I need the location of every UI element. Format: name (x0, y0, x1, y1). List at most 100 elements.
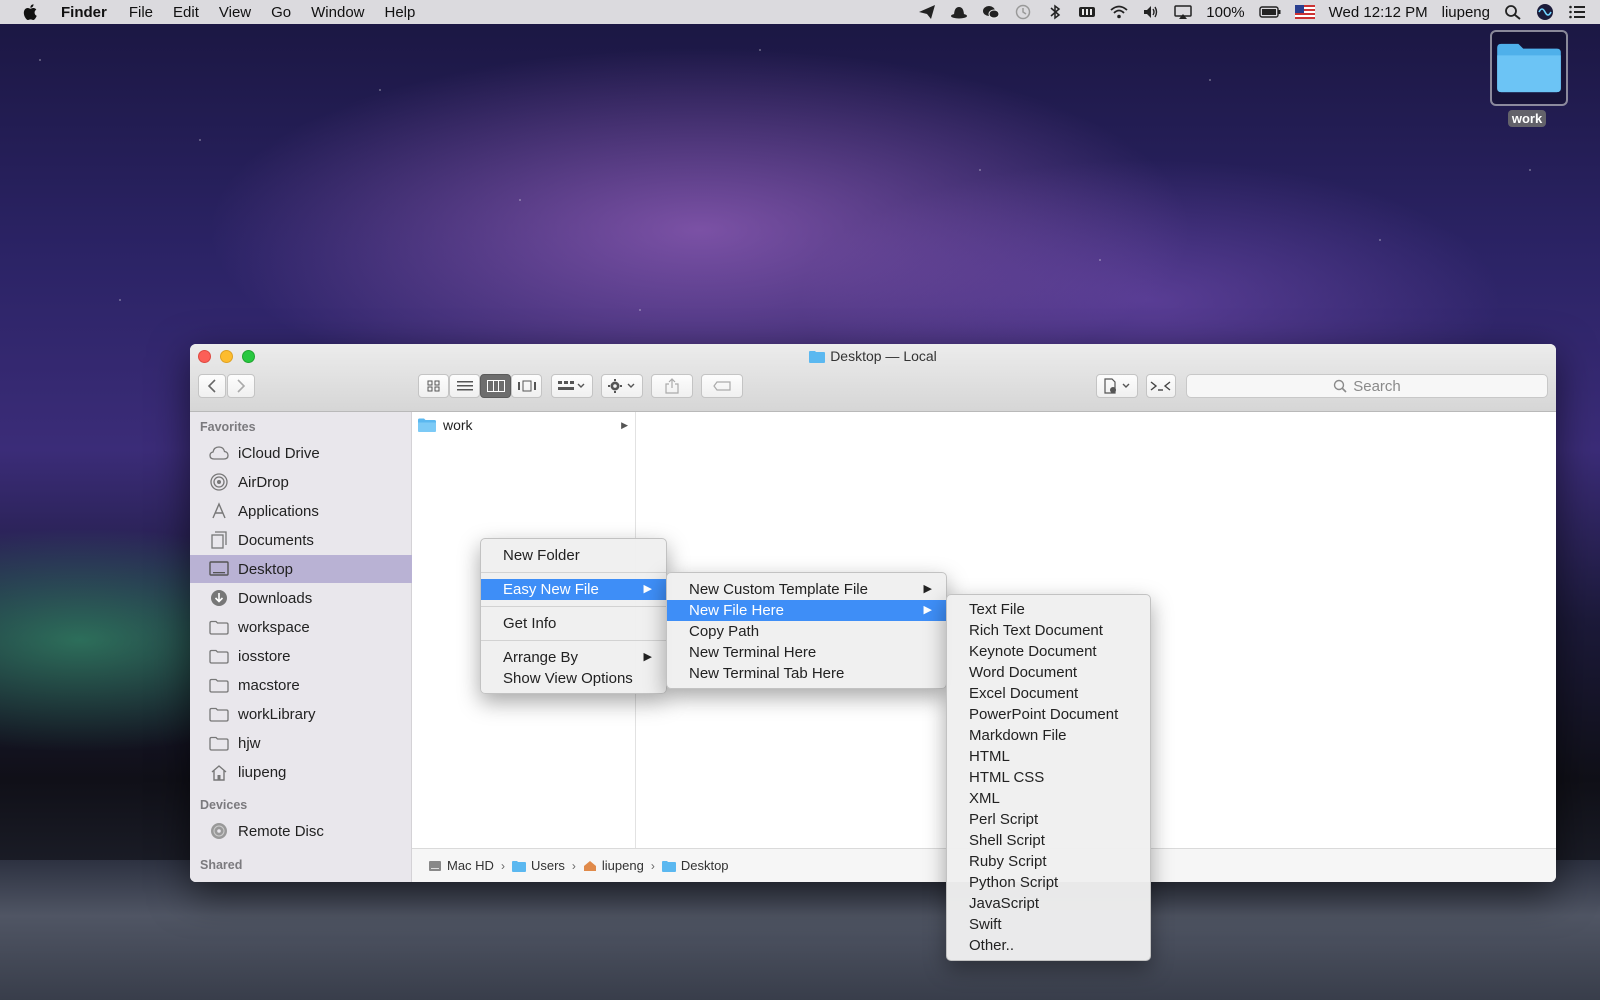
notification-center-icon[interactable] (1568, 4, 1586, 20)
group-button[interactable] (551, 374, 593, 398)
view-column-button[interactable] (480, 374, 511, 398)
path-segment-desktop[interactable]: Desktop (661, 858, 729, 873)
menu-item-new-file-here[interactable]: New File Here ▶ (667, 600, 946, 621)
us-flag-icon[interactable] (1294, 5, 1315, 19)
forward-button[interactable] (227, 374, 255, 398)
open-terminal-button[interactable] (1146, 374, 1176, 398)
memory-icon[interactable] (1078, 4, 1096, 20)
menu-item-new-folder[interactable]: New Folder (481, 545, 666, 566)
menu-item-other[interactable]: Other.. (947, 935, 1150, 956)
menu-item-text-file[interactable]: Text File (947, 599, 1150, 620)
menu-item-new-terminal-here[interactable]: New Terminal Here (667, 642, 946, 663)
menu-item-new-terminal-tab-here[interactable]: New Terminal Tab Here (667, 663, 946, 684)
menu-item-html[interactable]: HTML (947, 746, 1150, 767)
volume-icon[interactable] (1142, 4, 1160, 20)
apple-icon[interactable] (21, 2, 41, 22)
menu-item-label: Other.. (969, 937, 1015, 954)
sidebar-item-desktop[interactable]: Desktop (190, 555, 412, 583)
path-segment-users[interactable]: Users (511, 858, 565, 873)
send-icon[interactable] (918, 4, 936, 20)
window-titlebar: Desktop — Local Search (190, 344, 1556, 412)
sidebar-item-label: AirDrop (238, 473, 289, 491)
menu-item-excel-document[interactable]: Excel Document (947, 683, 1150, 704)
back-button[interactable] (198, 374, 226, 398)
column-item-work[interactable]: work ▶ (418, 415, 630, 435)
menu-item-markdown-file[interactable]: Markdown File (947, 725, 1150, 746)
sidebar-item-icloud-drive[interactable]: iCloud Drive (190, 439, 412, 467)
sidebar-item-downloads[interactable]: Downloads (190, 584, 412, 612)
menu-item-word-document[interactable]: Word Document (947, 662, 1150, 683)
menu-file[interactable]: File (129, 4, 153, 21)
menu-item-keynote-document[interactable]: Keynote Document (947, 641, 1150, 662)
menu-item-copy-path[interactable]: Copy Path (667, 621, 946, 642)
menu-item-new-custom-template-file[interactable]: New Custom Template File ▶ (667, 579, 946, 600)
sidebar-item-label: Desktop (238, 560, 294, 578)
tag-button[interactable] (701, 374, 743, 398)
menu-item-python-script[interactable]: Python Script (947, 872, 1150, 893)
menu-item-powerpoint-document[interactable]: PowerPoint Document (947, 704, 1150, 725)
action-button[interactable] (601, 374, 643, 398)
battery-icon[interactable] (1258, 4, 1281, 20)
menu-bar: Finder File Edit View Go Window Help 100… (0, 0, 1600, 24)
menu-item-get-info[interactable]: Get Info (481, 613, 666, 634)
sidebar-item-applications[interactable]: Applications (190, 497, 412, 525)
menu-item-arrange-by[interactable]: Arrange By ▶ (481, 647, 666, 668)
window-title-text: Desktop — Local (830, 348, 937, 364)
sidebar-item-worklibrary[interactable]: workLibrary (190, 700, 412, 728)
search-field[interactable]: Search (1186, 374, 1548, 398)
user-name[interactable]: liupeng (1442, 4, 1490, 21)
airplay-icon[interactable] (1174, 4, 1193, 20)
sidebar-heading-shared: Shared (200, 858, 243, 872)
menu-item-shell-script[interactable]: Shell Script (947, 830, 1150, 851)
clock[interactable]: Wed 12:12 PM (1329, 4, 1428, 21)
sidebar-item-iosstore[interactable]: iosstore (190, 642, 412, 670)
menu-item-rich-text-document[interactable]: Rich Text Document (947, 620, 1150, 641)
menu-item-show-view-options[interactable]: Show View Options (481, 668, 666, 689)
menu-view[interactable]: View (219, 4, 251, 21)
desktop-folder-work[interactable]: work (1488, 30, 1568, 130)
share-button[interactable] (651, 374, 693, 398)
menu-go[interactable]: Go (271, 4, 291, 21)
sidebar-item-label: iosstore (238, 647, 291, 665)
menu-item-perl-script[interactable]: Perl Script (947, 809, 1150, 830)
column-view-icon (486, 380, 505, 392)
menu-item-swift[interactable]: Swift (947, 914, 1150, 935)
wifi-icon[interactable] (1110, 4, 1128, 20)
sidebar-item-workspace[interactable]: workspace (190, 613, 412, 641)
view-list-button[interactable] (449, 374, 480, 398)
menu-item-ruby-script[interactable]: Ruby Script (947, 851, 1150, 872)
sidebar-item-macstore[interactable]: macstore (190, 671, 412, 699)
sidebar-item-liupeng[interactable]: liupeng (190, 758, 412, 786)
path-segment-mac-hd[interactable]: Mac HD (428, 858, 494, 873)
menu-item-html-css[interactable]: HTML CSS (947, 767, 1150, 788)
menu-item-easy-new-file[interactable]: Easy New File ▶ (481, 579, 666, 600)
menu-item-label: JavaScript (969, 895, 1040, 912)
siri-icon[interactable] (1536, 3, 1554, 21)
menu-item-xml[interactable]: XML (947, 788, 1150, 809)
view-cover-flow-button[interactable] (511, 374, 542, 398)
new-file-toolbar-button[interactable] (1096, 374, 1138, 398)
menu-item-javascript[interactable]: JavaScript (947, 893, 1150, 914)
cloud-icon (208, 444, 230, 462)
folder-icon (208, 705, 230, 723)
folder-icon (511, 860, 526, 872)
submenu-arrow-icon: ▶ (923, 583, 932, 595)
wechat-icon[interactable] (982, 4, 1000, 20)
sidebar-item-remote-disc[interactable]: Remote Disc (190, 817, 412, 845)
share-icon (665, 378, 679, 394)
sidebar-item-hjw[interactable]: hjw (190, 729, 412, 757)
path-segment-liupeng[interactable]: liupeng (583, 858, 644, 873)
spotlight-icon[interactable] (1504, 4, 1522, 20)
menu-window[interactable]: Window (311, 4, 364, 21)
bluetooth-icon[interactable] (1046, 4, 1064, 20)
menu-help[interactable]: Help (385, 4, 416, 21)
menu-app-name[interactable]: Finder (61, 4, 107, 21)
sidebar-item-label: liupeng (238, 763, 287, 781)
sidebar-item-documents[interactable]: Documents (190, 526, 412, 554)
sidebar-item-airdrop[interactable]: AirDrop (190, 468, 412, 496)
hat-icon[interactable] (950, 4, 968, 20)
time-machine-icon[interactable] (1014, 4, 1032, 20)
menu-edit[interactable]: Edit (173, 4, 199, 21)
view-icon-button[interactable] (418, 374, 449, 398)
sidebar-item-label: Downloads (238, 589, 313, 607)
